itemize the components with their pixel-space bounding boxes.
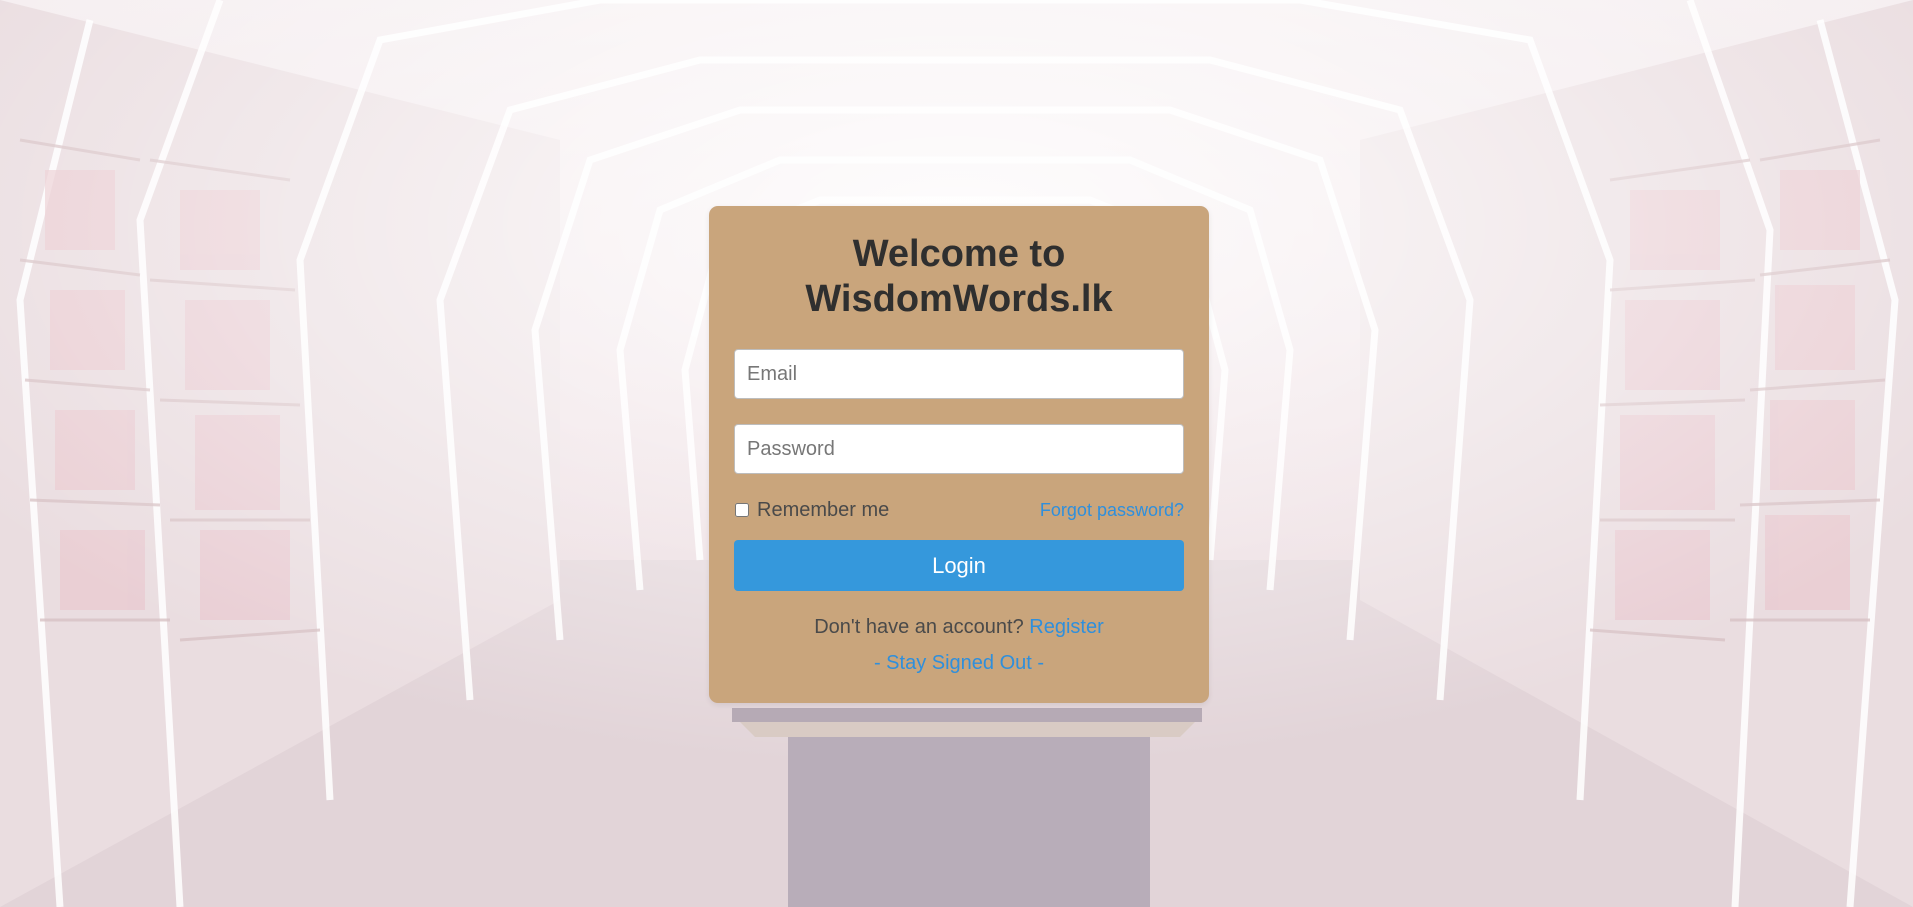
remember-me-label[interactable]: Remember me [734,499,889,522]
stay-signed-out-link[interactable]: - Stay Signed Out - [874,652,1044,674]
register-prompt: Don't have an account? [814,616,1024,638]
forgot-password-link[interactable]: Forgot password? [1040,500,1184,521]
remember-me-checkbox[interactable] [735,503,749,517]
page-title: Welcome to WisdomWords.lk [734,232,1184,322]
title-line-1: Welcome to [852,233,1066,275]
password-input[interactable] [734,424,1184,474]
login-card: Welcome to WisdomWords.lk Remember me Fo… [709,206,1209,703]
register-link[interactable]: Register [1029,616,1103,638]
register-line: Don't have an account? Register [734,615,1184,639]
email-input[interactable] [734,349,1184,399]
login-button[interactable]: Login [734,540,1184,591]
remember-row: Remember me Forgot password? [734,498,1184,522]
signout-line: - Stay Signed Out - [734,651,1184,675]
title-line-2: WisdomWords.lk [805,278,1113,320]
remember-me-text: Remember me [757,498,890,521]
